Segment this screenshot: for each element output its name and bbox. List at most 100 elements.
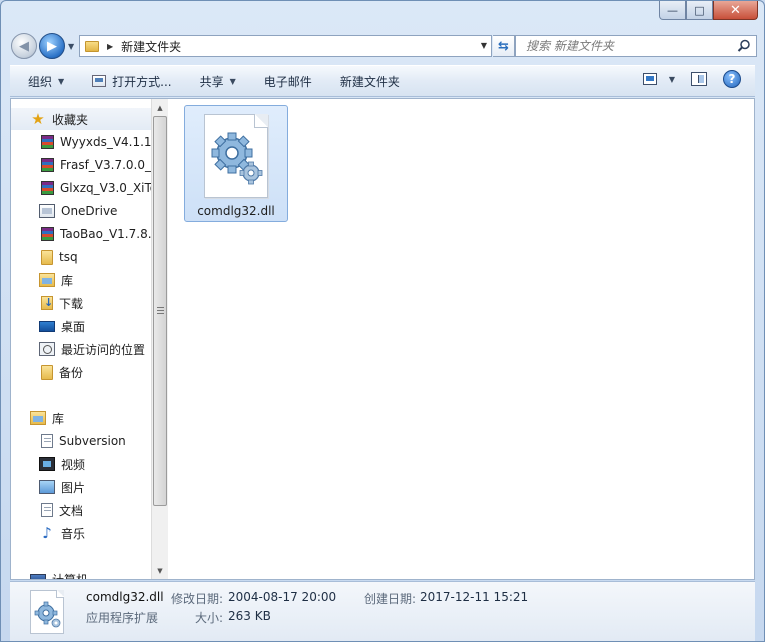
nav-item-lib-0[interactable]: Subversion	[11, 430, 151, 452]
library-icon	[39, 273, 55, 287]
email-label: 电子邮件	[263, 74, 312, 89]
breadcrumb-segment[interactable]: 新建文件夹	[121, 38, 181, 55]
scroll-up-icon[interactable]: ▲	[152, 99, 168, 116]
chevron-down-icon: ▼	[229, 76, 236, 86]
nav-item-fav-8[interactable]: 桌面	[11, 315, 151, 337]
nav-item-fav-6[interactable]: 库	[11, 269, 151, 291]
nav-item-fav-2[interactable]: Glxzq_V3.0_XiTo	[11, 177, 151, 199]
address-dropdown-icon[interactable]: ▼	[481, 41, 487, 50]
picture-icon	[39, 480, 55, 494]
nav-item-lib-3[interactable]: 文档	[11, 499, 151, 521]
rar-archive-icon	[41, 181, 54, 195]
content-area: ★ 收藏夹 Wyyxds_V4.1.1.1 Frasf_V3.7.0.0_X G…	[10, 98, 755, 580]
file-item[interactable]: comdlg32.dll	[184, 105, 288, 222]
onedrive-icon	[39, 204, 55, 218]
star-icon: ★	[31, 110, 45, 128]
forward-button[interactable]: ▶	[39, 33, 65, 59]
modified-label: 修改日期:	[171, 592, 224, 606]
nav-item-fav-3[interactable]: OneDrive	[11, 200, 151, 222]
caption-buttons: — □ ✕	[659, 1, 758, 21]
file-list[interactable]: comdlg32.dll	[169, 99, 754, 579]
nav-libraries[interactable]: 库	[11, 407, 151, 429]
close-button[interactable]: ✕	[713, 1, 758, 20]
breadcrumb-chevron-icon[interactable]: ▶	[107, 42, 113, 51]
nav-item-fav-4[interactable]: TaoBao_V1.7.8.	[11, 223, 151, 245]
arrow-left-icon: ◀	[19, 38, 29, 54]
folder-icon	[41, 249, 53, 265]
nav-favorites-label: 收藏夹	[52, 112, 89, 127]
toolbar-right-group: ▼ ?	[642, 70, 755, 88]
search-box	[515, 35, 757, 57]
computer-icon	[30, 573, 46, 579]
nav-item-fav-0[interactable]: Wyyxds_V4.1.1.1	[11, 131, 151, 153]
rar-archive-icon	[41, 158, 54, 172]
search-input[interactable]	[526, 39, 736, 53]
nav-item-label: 库	[61, 273, 74, 288]
nav-item-label: 音乐	[61, 526, 86, 541]
scroll-down-icon[interactable]: ▼	[152, 562, 168, 579]
open-with-icon	[92, 75, 107, 87]
nav-item-label: 图片	[61, 480, 86, 495]
change-view-icon[interactable]	[642, 73, 657, 85]
created-label: 创建日期:	[364, 592, 417, 606]
size-value: 263 KB	[228, 609, 271, 623]
new-folder-label: 新建文件夹	[339, 74, 400, 89]
nav-computer-label: 计算机	[52, 571, 88, 580]
help-icon[interactable]: ?	[723, 70, 741, 88]
refresh-icon: ⇆	[498, 38, 509, 54]
music-icon: ♪	[42, 524, 52, 542]
scrollbar-thumb[interactable]	[153, 116, 167, 506]
nav-item-lib-2[interactable]: 图片	[11, 476, 151, 498]
dll-gear-icon	[204, 114, 268, 198]
open-with-button[interactable]: 打开方式...	[84, 69, 179, 93]
nav-libraries-label: 库	[52, 411, 65, 426]
document-icon	[41, 503, 53, 517]
created-value: 2017-12-11 15:21	[420, 590, 529, 604]
preview-pane-icon[interactable]	[691, 72, 707, 86]
email-button[interactable]: 电子邮件	[256, 69, 320, 93]
page-fold	[254, 114, 268, 128]
share-button[interactable]: 共享 ▼	[192, 69, 244, 93]
refresh-button[interactable]: ⇆	[493, 35, 515, 57]
nav-item-label: 最近访问的位置	[61, 342, 146, 357]
nav-item-fav-1[interactable]: Frasf_V3.7.0.0_X	[11, 154, 151, 176]
nav-item-label: 文档	[59, 503, 84, 518]
back-button[interactable]: ◀	[11, 33, 37, 59]
command-bar: 组织 ▼ 打开方式... 共享 ▼ 电子邮件 新建文件夹 ▼ ?	[10, 65, 755, 97]
modified-value: 2004-08-17 20:00	[228, 590, 337, 604]
nav-item-label: OneDrive	[61, 204, 118, 218]
open-with-label: 打开方式...	[112, 74, 172, 89]
nav-item-label: 视频	[61, 457, 86, 472]
nav-item-label: tsq	[59, 250, 78, 264]
nav-item-lib-1[interactable]: 视频	[11, 453, 151, 475]
chevron-down-icon: ▼	[58, 76, 65, 86]
new-folder-button[interactable]: 新建文件夹	[332, 69, 408, 93]
recent-pages-dropdown[interactable]: ▼	[68, 42, 74, 51]
share-label: 共享	[199, 74, 224, 89]
recent-places-icon	[39, 342, 55, 356]
nav-item-fav-7[interactable]: 下载	[11, 292, 151, 314]
nav-computer[interactable]: 计算机	[11, 568, 151, 579]
maximize-button[interactable]: □	[686, 1, 713, 20]
details-file-type: 应用程序扩展	[86, 611, 159, 625]
nav-item-fav-9[interactable]: 最近访问的位置	[11, 338, 151, 360]
size-label: 大小:	[195, 611, 224, 625]
organize-button[interactable]: 组织 ▼	[20, 69, 72, 93]
minimize-button[interactable]: —	[659, 1, 686, 20]
explorer-window: — □ ✕ ◀ ▶ ▼ ▶ 新建文件夹 ▼ ⇆ 组织 ▼ 打开方	[0, 0, 765, 642]
nav-item-label: Glxzq_V3.0_XiTo	[60, 181, 151, 195]
navigation-pane: ★ 收藏夹 Wyyxds_V4.1.1.1 Frasf_V3.7.0.0_X G…	[11, 99, 159, 579]
nav-item-lib-4[interactable]: ♪ 音乐	[11, 522, 151, 544]
nav-item-label: 备份	[59, 365, 84, 380]
file-name: comdlg32.dll	[197, 204, 275, 218]
desktop-icon	[39, 321, 55, 332]
page-fold	[56, 590, 64, 598]
search-icon[interactable]	[737, 39, 751, 53]
rar-archive-icon	[41, 227, 54, 241]
nav-item-fav-10[interactable]: 备份	[11, 361, 151, 383]
view-options-dropdown[interactable]: ▼	[669, 75, 675, 84]
nav-item-fav-5[interactable]: tsq	[11, 246, 151, 268]
address-bar[interactable]: ▶ 新建文件夹 ▼	[79, 35, 492, 57]
nav-scrollbar[interactable]: ▲ ▼	[151, 99, 168, 579]
nav-favorites[interactable]: ★ 收藏夹	[11, 108, 151, 130]
